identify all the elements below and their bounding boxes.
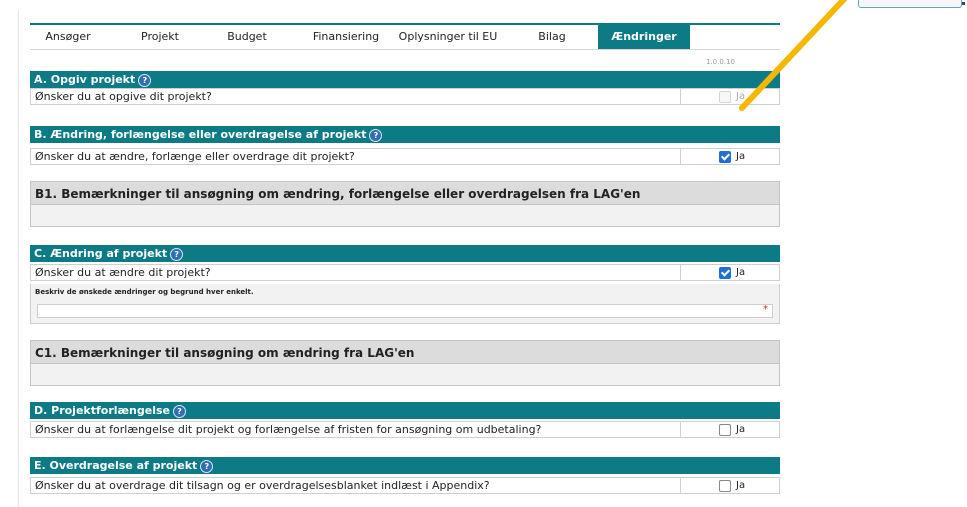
section-c1-body — [30, 364, 780, 386]
tab-aendringer[interactable]: Ændringer — [598, 25, 690, 49]
help-icon[interactable]: ? — [138, 73, 152, 87]
section-d-checkbox-label: Ja — [736, 424, 746, 435]
section-b-checkbox-wrapper: Ja — [719, 149, 745, 165]
section-a-title: A. Opgiv projekt — [34, 73, 136, 86]
section-b1-body — [30, 205, 780, 227]
section-b1-title: B1. Bemærkninger til ansøgning om ændrin… — [35, 187, 641, 201]
section-c-checkbox-label: Ja — [736, 267, 746, 278]
section-e-question: Ønsker du at overdrage dit tilsagn og er… — [35, 479, 490, 492]
section-b-title: B. Ændring, forlængelse eller overdragel… — [34, 128, 367, 141]
required-mark: * — [763, 304, 768, 315]
version-label: 1.0.0.10 — [706, 58, 735, 66]
section-c-description-input[interactable] — [37, 304, 773, 318]
section-b-header: B. Ændring, forlængelse eller overdragel… — [30, 126, 780, 143]
section-d-checkbox[interactable] — [719, 424, 731, 436]
help-icon[interactable]: ? — [200, 459, 214, 473]
tab-bilag[interactable]: Bilag — [524, 25, 580, 49]
section-c1-title: C1. Bemærkninger til ansøgning om ændrin… — [35, 346, 415, 360]
section-c-question: Ønsker du at ændre dit projekt? — [35, 266, 211, 279]
section-d-header: D. Projektforlængelse? — [30, 402, 780, 419]
section-b-checkbox[interactable] — [719, 151, 731, 163]
row-divider — [680, 478, 681, 493]
section-d-question: Ønsker du at forlængelse dit projekt og … — [35, 423, 542, 436]
section-c-checkbox[interactable] — [719, 267, 731, 279]
top-strip — [0, 0, 967, 10]
tab-projekt[interactable]: Projekt — [126, 25, 194, 49]
section-d-row: Ønsker du at forlængelse dit projekt og … — [30, 421, 780, 438]
help-icon[interactable]: ? — [369, 128, 383, 142]
section-c-description-box: Beskriv de ønskede ændringer og begrund … — [30, 284, 780, 324]
tab-ansoger[interactable]: Ansøger — [32, 25, 104, 49]
section-a-checkbox-label: Ja — [736, 91, 746, 102]
section-b-row: Ønsker du at ændre, forlænge eller overd… — [30, 148, 780, 165]
section-c-header: C. Ændring af projekt? — [30, 245, 780, 262]
tab-bar: Ansøger Projekt Budget Finansiering Oply… — [30, 23, 780, 50]
section-e-row: Ønsker du at overdrage dit tilsagn og er… — [30, 477, 780, 494]
section-a-question: Ønsker du at opgive dit projekt? — [35, 90, 212, 103]
help-icon[interactable]: ? — [173, 404, 186, 418]
top-right-button[interactable] — [858, 0, 962, 8]
section-e-title: E. Overdragelse af projekt — [34, 459, 198, 472]
left-border — [18, 10, 19, 507]
section-a-checkbox[interactable] — [719, 91, 731, 103]
row-divider — [680, 149, 681, 164]
section-d-title: D. Projektforlængelse — [34, 404, 170, 417]
section-e-checkbox-wrapper: Ja — [719, 478, 745, 494]
section-c-title: C. Ændring af projekt — [34, 247, 168, 260]
section-a-header: A. Opgiv projekt? — [30, 71, 780, 88]
tab-budget[interactable]: Budget — [216, 25, 278, 49]
section-c1-header: C1. Bemærkninger til ansøgning om ændrin… — [30, 340, 780, 364]
row-divider — [680, 89, 681, 104]
section-e-checkbox[interactable] — [719, 480, 731, 492]
section-c-row: Ønsker du at ændre dit projekt? Ja — [30, 264, 780, 281]
section-e-header: E. Overdragelse af projekt? — [30, 457, 780, 474]
section-c-description-label: Beskriv de ønskede ændringer og begrund … — [35, 288, 254, 296]
section-d-checkbox-wrapper: Ja — [719, 422, 745, 438]
section-b-question: Ønsker du at ændre, forlænge eller overd… — [35, 150, 355, 163]
section-c-checkbox-wrapper: Ja — [719, 265, 745, 281]
section-b-checkbox-label: Ja — [736, 151, 746, 162]
section-e-checkbox-label: Ja — [736, 480, 746, 491]
row-divider — [680, 422, 681, 437]
tab-finansiering[interactable]: Finansiering — [308, 25, 384, 49]
help-icon[interactable]: ? — [170, 247, 184, 261]
form-container: Ansøger Projekt Budget Finansiering Oply… — [30, 23, 780, 50]
row-divider — [680, 265, 681, 280]
section-a-checkbox-wrapper: Ja — [719, 89, 745, 105]
section-a-row: Ønsker du at opgive dit projekt? Ja — [30, 88, 780, 105]
top-right-marker — [962, 2, 965, 5]
tab-oplysninger-til-eu[interactable]: Oplysninger til EU — [390, 25, 506, 49]
section-b1-header: B1. Bemærkninger til ansøgning om ændrin… — [30, 181, 780, 205]
